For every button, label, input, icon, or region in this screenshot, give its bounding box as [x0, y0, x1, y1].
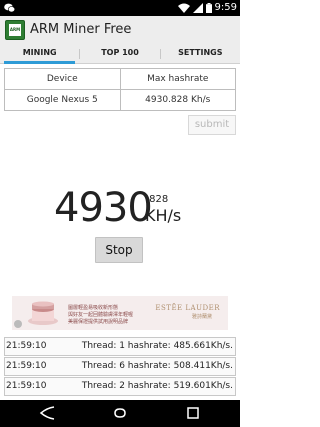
log-entry: 21:59:10 Thread: 6 hashrate: 508.411Kh/s…	[4, 357, 236, 376]
wifi-icon	[177, 3, 190, 13]
app-logo-icon: ARM	[5, 20, 25, 40]
action-bar: ARM ARM Miner Free	[0, 16, 240, 44]
log-message: Thread: 2 hashrate: 519.601Kh/s.	[81, 381, 233, 391]
log-time: 21:59:10	[6, 361, 47, 371]
log-message: Thread: 6 hashrate: 508.411Kh/s.	[81, 361, 233, 371]
tab-mining[interactable]: MINING	[0, 44, 79, 64]
log-entry: 21:59:10 Thread: 1 hashrate: 485.661Kh/s…	[4, 337, 236, 356]
tab-top-100[interactable]: TOP 100	[80, 44, 159, 63]
ad-copy-line: 與好友一起回體驗膚澤年輕喔	[68, 312, 134, 318]
battery-icon	[205, 3, 212, 13]
navigation-bar	[0, 400, 240, 427]
submit-button[interactable]: submit	[188, 115, 236, 135]
clock: 9:59	[214, 2, 237, 13]
column-header-max-hashrate: Max hashrate	[119, 68, 236, 90]
log-time: 21:59:10	[6, 341, 47, 351]
cosmetic-jar-image	[28, 301, 58, 325]
app-title: ARM Miner Free	[30, 22, 132, 37]
table-header-row: Device Max hashrate	[4, 68, 236, 90]
log-time: 21:59:10	[6, 381, 47, 391]
app-logo-label: ARM	[9, 27, 21, 32]
ad-copy-line: 圖層輕盈易吸收新形態	[68, 305, 119, 311]
device-name-cell: Google Nexus 5	[4, 89, 121, 111]
chat-notification-icon	[4, 3, 15, 13]
ad-brand-sub: 雅詩蘭黛	[191, 314, 212, 320]
hashrate-integer: 4930	[54, 185, 153, 231]
table-row: Google Nexus 5 4930.828 Kh/s	[4, 89, 236, 111]
status-bar: 9:59	[0, 0, 240, 16]
column-header-device: Device	[4, 68, 121, 90]
ad-info-icon[interactable]	[14, 320, 22, 328]
hashrate-decimal: .828	[146, 194, 169, 205]
home-icon[interactable]	[111, 406, 129, 420]
tab-bar: MINING TOP 100 SETTINGS	[0, 44, 240, 64]
hashrate-unit: KH/s	[145, 206, 182, 225]
signal-icon	[192, 3, 203, 13]
stop-button[interactable]: Stop	[95, 237, 143, 263]
recent-apps-icon[interactable]	[184, 406, 202, 420]
max-hashrate-cell: 4930.828 Kh/s	[119, 89, 236, 111]
ad-banner[interactable]: 圖層輕盈易吸收新形態 與好友一起回體驗膚澤年輕喔 美麗保證提供試用說明品牌 ES…	[12, 296, 228, 330]
log-entry: 21:59:10 Thread: 2 hashrate: 519.601Kh/s…	[4, 377, 236, 396]
ad-copy-line: 美麗保證提供試用說明品牌	[68, 319, 129, 325]
device-table: Device Max hashrate Google Nexus 5 4930.…	[4, 68, 236, 111]
tab-settings[interactable]: SETTINGS	[161, 44, 240, 63]
ad-copy: 圖層輕盈易吸收新形態 與好友一起回體驗膚澤年輕喔 美麗保證提供試用說明品牌	[68, 305, 133, 326]
ad-brand: ESTĒE LAUDER	[155, 304, 220, 312]
back-icon[interactable]	[38, 406, 56, 420]
log-message: Thread: 1 hashrate: 485.661Kh/s.	[81, 341, 233, 351]
